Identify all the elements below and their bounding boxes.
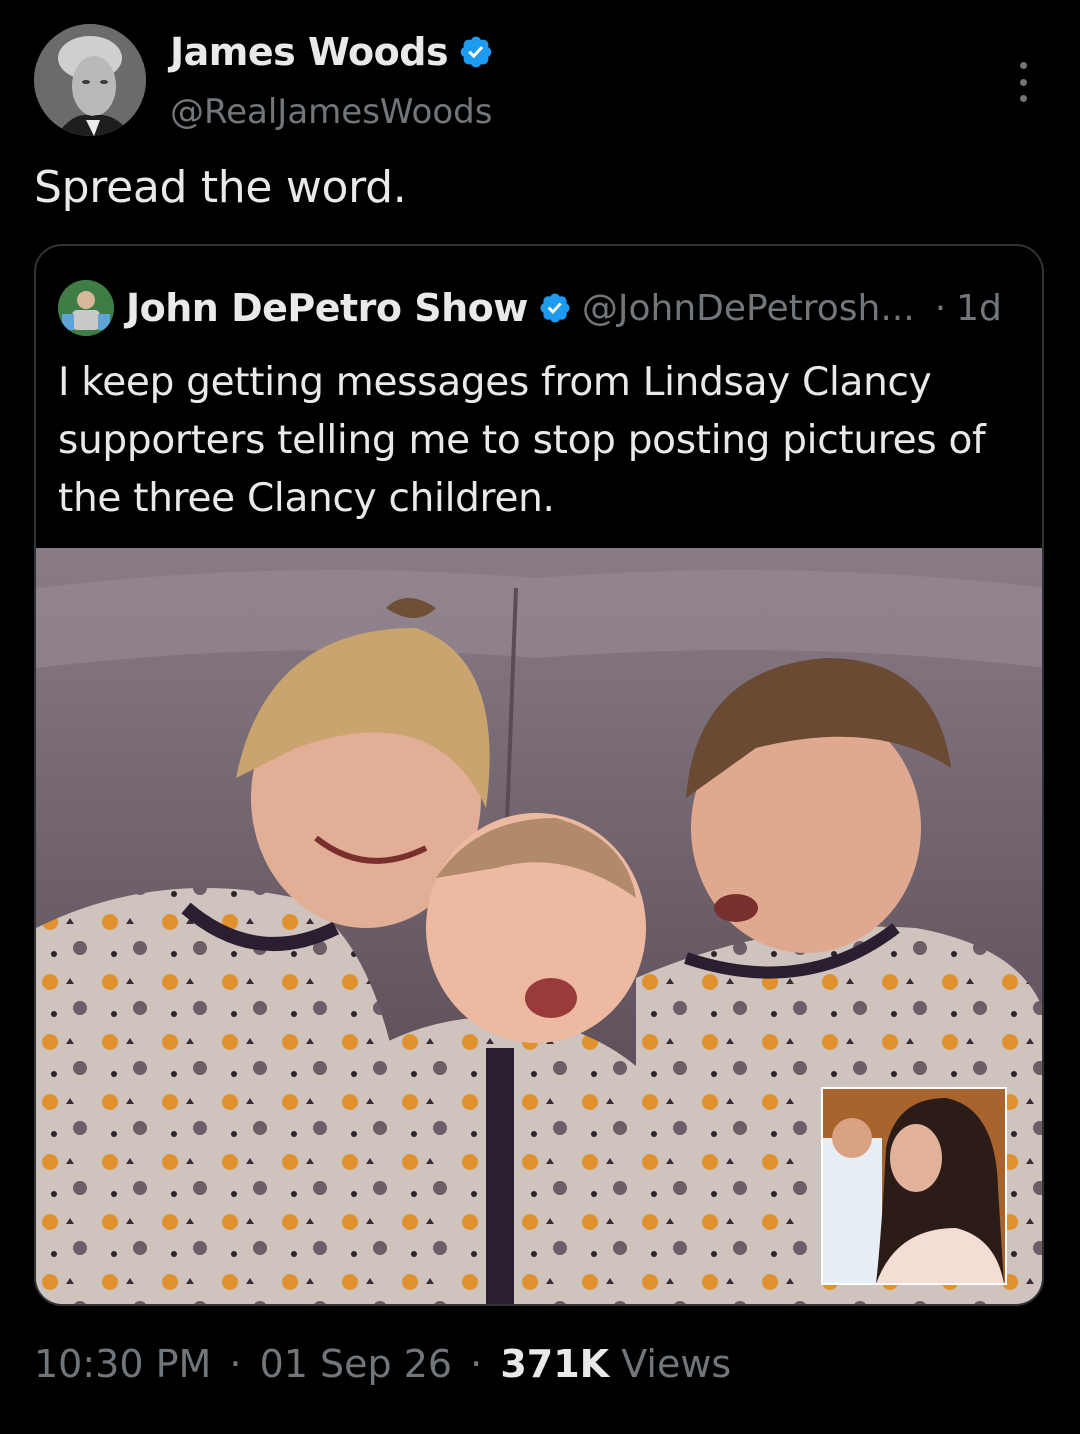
photo-three-children-icon bbox=[36, 548, 1042, 1304]
quoted-tweet-photo[interactable] bbox=[36, 548, 1042, 1304]
tweet-text: Spread the word. bbox=[34, 162, 407, 213]
footer-separator: · bbox=[470, 1342, 483, 1386]
verified-badge-icon[interactable] bbox=[458, 34, 494, 70]
quoted-author-name[interactable]: John DePetro Show bbox=[126, 286, 528, 330]
tweet-date[interactable]: 01 Sep 26 bbox=[260, 1342, 453, 1386]
author-avatar[interactable] bbox=[34, 24, 146, 136]
more-options-icon[interactable] bbox=[1010, 62, 1036, 102]
quoted-tweet-header: John DePetro Show @JohnDePetrosh... · 1d bbox=[58, 280, 1002, 336]
quoted-author-avatar[interactable] bbox=[58, 280, 114, 336]
views-count[interactable]: 371K bbox=[500, 1342, 609, 1386]
author-name-row[interactable]: James Woods bbox=[170, 30, 494, 74]
footer-separator: · bbox=[229, 1342, 242, 1386]
quoted-verified-badge-icon[interactable] bbox=[538, 291, 572, 325]
quoted-dot-separator: · bbox=[934, 287, 947, 329]
quoted-author-handle[interactable]: @JohnDePetrosh... bbox=[582, 288, 915, 329]
quoted-tweet-card[interactable]: John DePetro Show @JohnDePetrosh... · 1d… bbox=[34, 244, 1044, 1306]
tweet-time[interactable]: 10:30 PM bbox=[34, 1342, 211, 1386]
tweet-footer: 10:30 PM · 01 Sep 26 · 371K Views bbox=[34, 1342, 731, 1386]
inset-woman-photo-icon bbox=[821, 1087, 1007, 1285]
profile-photo-avatar bbox=[34, 24, 146, 136]
quoted-timestamp[interactable]: 1d bbox=[956, 288, 1002, 329]
quoted-tweet-text: I keep getting messages from Lindsay Cla… bbox=[58, 360, 986, 521]
author-handle[interactable]: @RealJamesWoods bbox=[170, 92, 492, 132]
views-label: Views bbox=[621, 1342, 732, 1386]
author-display-name[interactable]: James Woods bbox=[170, 30, 449, 74]
quoted-avatar-photo-icon bbox=[58, 280, 114, 336]
